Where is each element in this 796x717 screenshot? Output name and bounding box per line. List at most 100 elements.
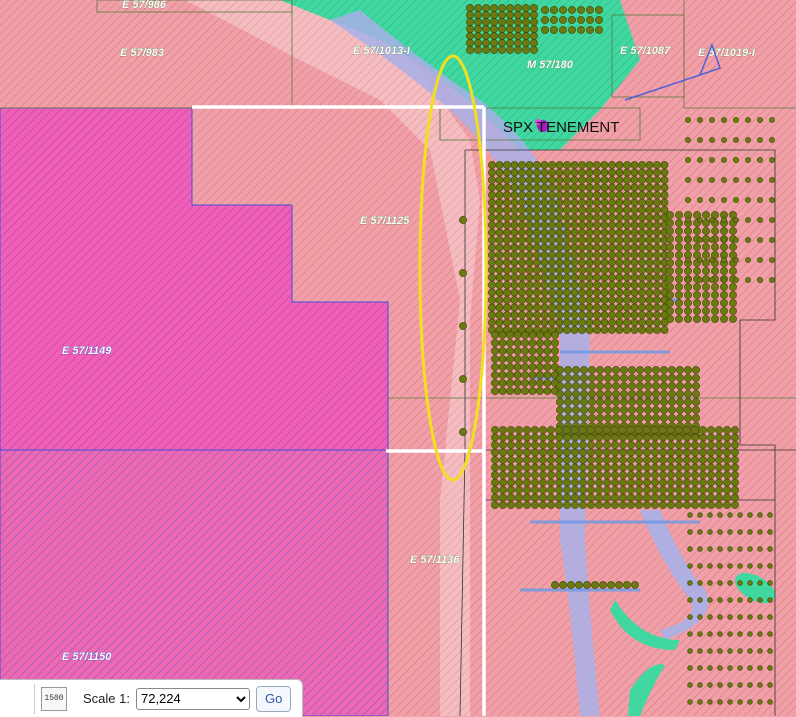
drillhole-dot (578, 213, 586, 222)
drillhole-dot (585, 168, 594, 177)
drillhole-dot (653, 213, 661, 222)
drillhole-dot (720, 283, 728, 291)
drillhole-dot (488, 311, 496, 319)
drillhole-dot (488, 176, 496, 184)
drillhole-dot (615, 251, 624, 259)
drillhole-dot (685, 217, 691, 223)
drillhole-dot (635, 456, 643, 464)
drillhole-dot (729, 267, 737, 275)
drillhole-dot (638, 206, 646, 214)
drillhole-dot (630, 213, 639, 222)
drillhole-dot (645, 311, 654, 319)
drillhole-dot (711, 267, 719, 275)
drillhole-dot (578, 236, 586, 244)
drillhole-dot (608, 176, 616, 184)
drillhole-dot (717, 563, 723, 569)
drillhole-dot (612, 414, 620, 422)
drillhole-dot (675, 267, 683, 275)
drillhole-dot (675, 426, 683, 434)
drillhole-dot (498, 347, 507, 355)
drillhole-dot (547, 471, 555, 479)
drillhole-dot (693, 299, 701, 307)
drillhole-dot (548, 221, 556, 229)
drillhole-dot (723, 441, 731, 449)
drillhole-dot (563, 258, 571, 267)
drillhole-dot (498, 371, 507, 379)
drillhole-dot (490, 11, 498, 19)
drillhole-dot (556, 390, 564, 398)
drillhole-dot (685, 277, 691, 283)
drillhole-dot (638, 161, 646, 169)
drillhole-dot (579, 441, 587, 449)
drillhole-dot (588, 414, 596, 422)
drillhole-dot (611, 456, 619, 464)
drillhole-dot (623, 168, 631, 177)
drillhole-dot (715, 493, 723, 502)
drillhole-dot (499, 486, 507, 494)
drillhole-dot (507, 456, 515, 464)
tenement-e57-1150-area[interactable] (0, 449, 389, 716)
drillhole-dot (474, 46, 482, 54)
drillhole-dot (525, 191, 534, 199)
drillhole-dot (729, 283, 737, 291)
drillhole-dot (518, 251, 526, 259)
drillhole-dot (707, 426, 715, 434)
drillhole-dot (645, 198, 654, 207)
drillhole-dot (570, 236, 579, 244)
drillhole-dot (717, 580, 723, 586)
drillhole-dot (630, 326, 639, 334)
drillhole-dot (510, 168, 519, 177)
scale-ruler-icon[interactable]: 1500 (41, 686, 67, 711)
drillhole-dot (628, 390, 636, 398)
drillhole-dot (555, 266, 564, 274)
drillhole-dot (608, 318, 616, 327)
drillhole-dot (623, 318, 631, 327)
map-control-slot[interactable] (0, 683, 35, 714)
drillhole-dot (585, 288, 594, 297)
drillhole-dot (587, 486, 595, 494)
drillhole-dot (717, 512, 723, 518)
drillhole-dot (737, 648, 743, 654)
drillhole-dot (615, 206, 624, 214)
drillhole-dot (627, 486, 635, 494)
drillhole-dot (563, 463, 571, 472)
drillhole-dot (491, 501, 499, 509)
drillhole-dot (525, 161, 534, 169)
drillhole-dot (548, 296, 556, 304)
drillhole-dot (515, 486, 523, 494)
drillhole-dot (555, 478, 563, 487)
drillhole-dot (572, 398, 580, 406)
drillhole-dot (638, 176, 646, 184)
label-e57-1125: E 57/1125 (360, 215, 410, 227)
drillhole-dot (745, 157, 751, 163)
drillhole-dot (651, 426, 659, 434)
drillhole-dot (611, 471, 619, 479)
drillhole-dot (503, 303, 511, 312)
drillhole-dot (563, 288, 571, 297)
drillhole-dot (579, 501, 587, 509)
drillhole-dot (638, 303, 646, 312)
drillhole-dot (676, 398, 684, 406)
drillhole-dot (491, 339, 499, 347)
map-canvas[interactable]: E 57/986 E 57/983 E 57/1013-I M 57/180 E… (0, 0, 796, 716)
drillhole-dot (687, 631, 693, 637)
drillhole-dot (645, 206, 654, 214)
drillhole-dot (507, 448, 515, 457)
drillhole-dot (697, 682, 703, 688)
drillhole-dot (619, 426, 627, 434)
scale-select[interactable]: 72,224 (135, 687, 250, 710)
drillhole-dot (727, 546, 733, 552)
drillhole-dot (600, 318, 609, 327)
drillhole-dot (675, 471, 683, 479)
drillhole-dot (585, 206, 594, 214)
drillhole-dot (608, 206, 616, 214)
drillhole-dot (707, 614, 713, 620)
drillhole-dot (510, 191, 519, 199)
drillhole-dot (651, 433, 659, 442)
drillhole-dot (747, 614, 753, 620)
drillhole-dot (612, 374, 620, 382)
drillhole-dot (651, 478, 659, 487)
drillhole-dot (570, 168, 579, 177)
drillhole-dot (466, 32, 474, 40)
go-button[interactable]: Go (255, 685, 292, 712)
